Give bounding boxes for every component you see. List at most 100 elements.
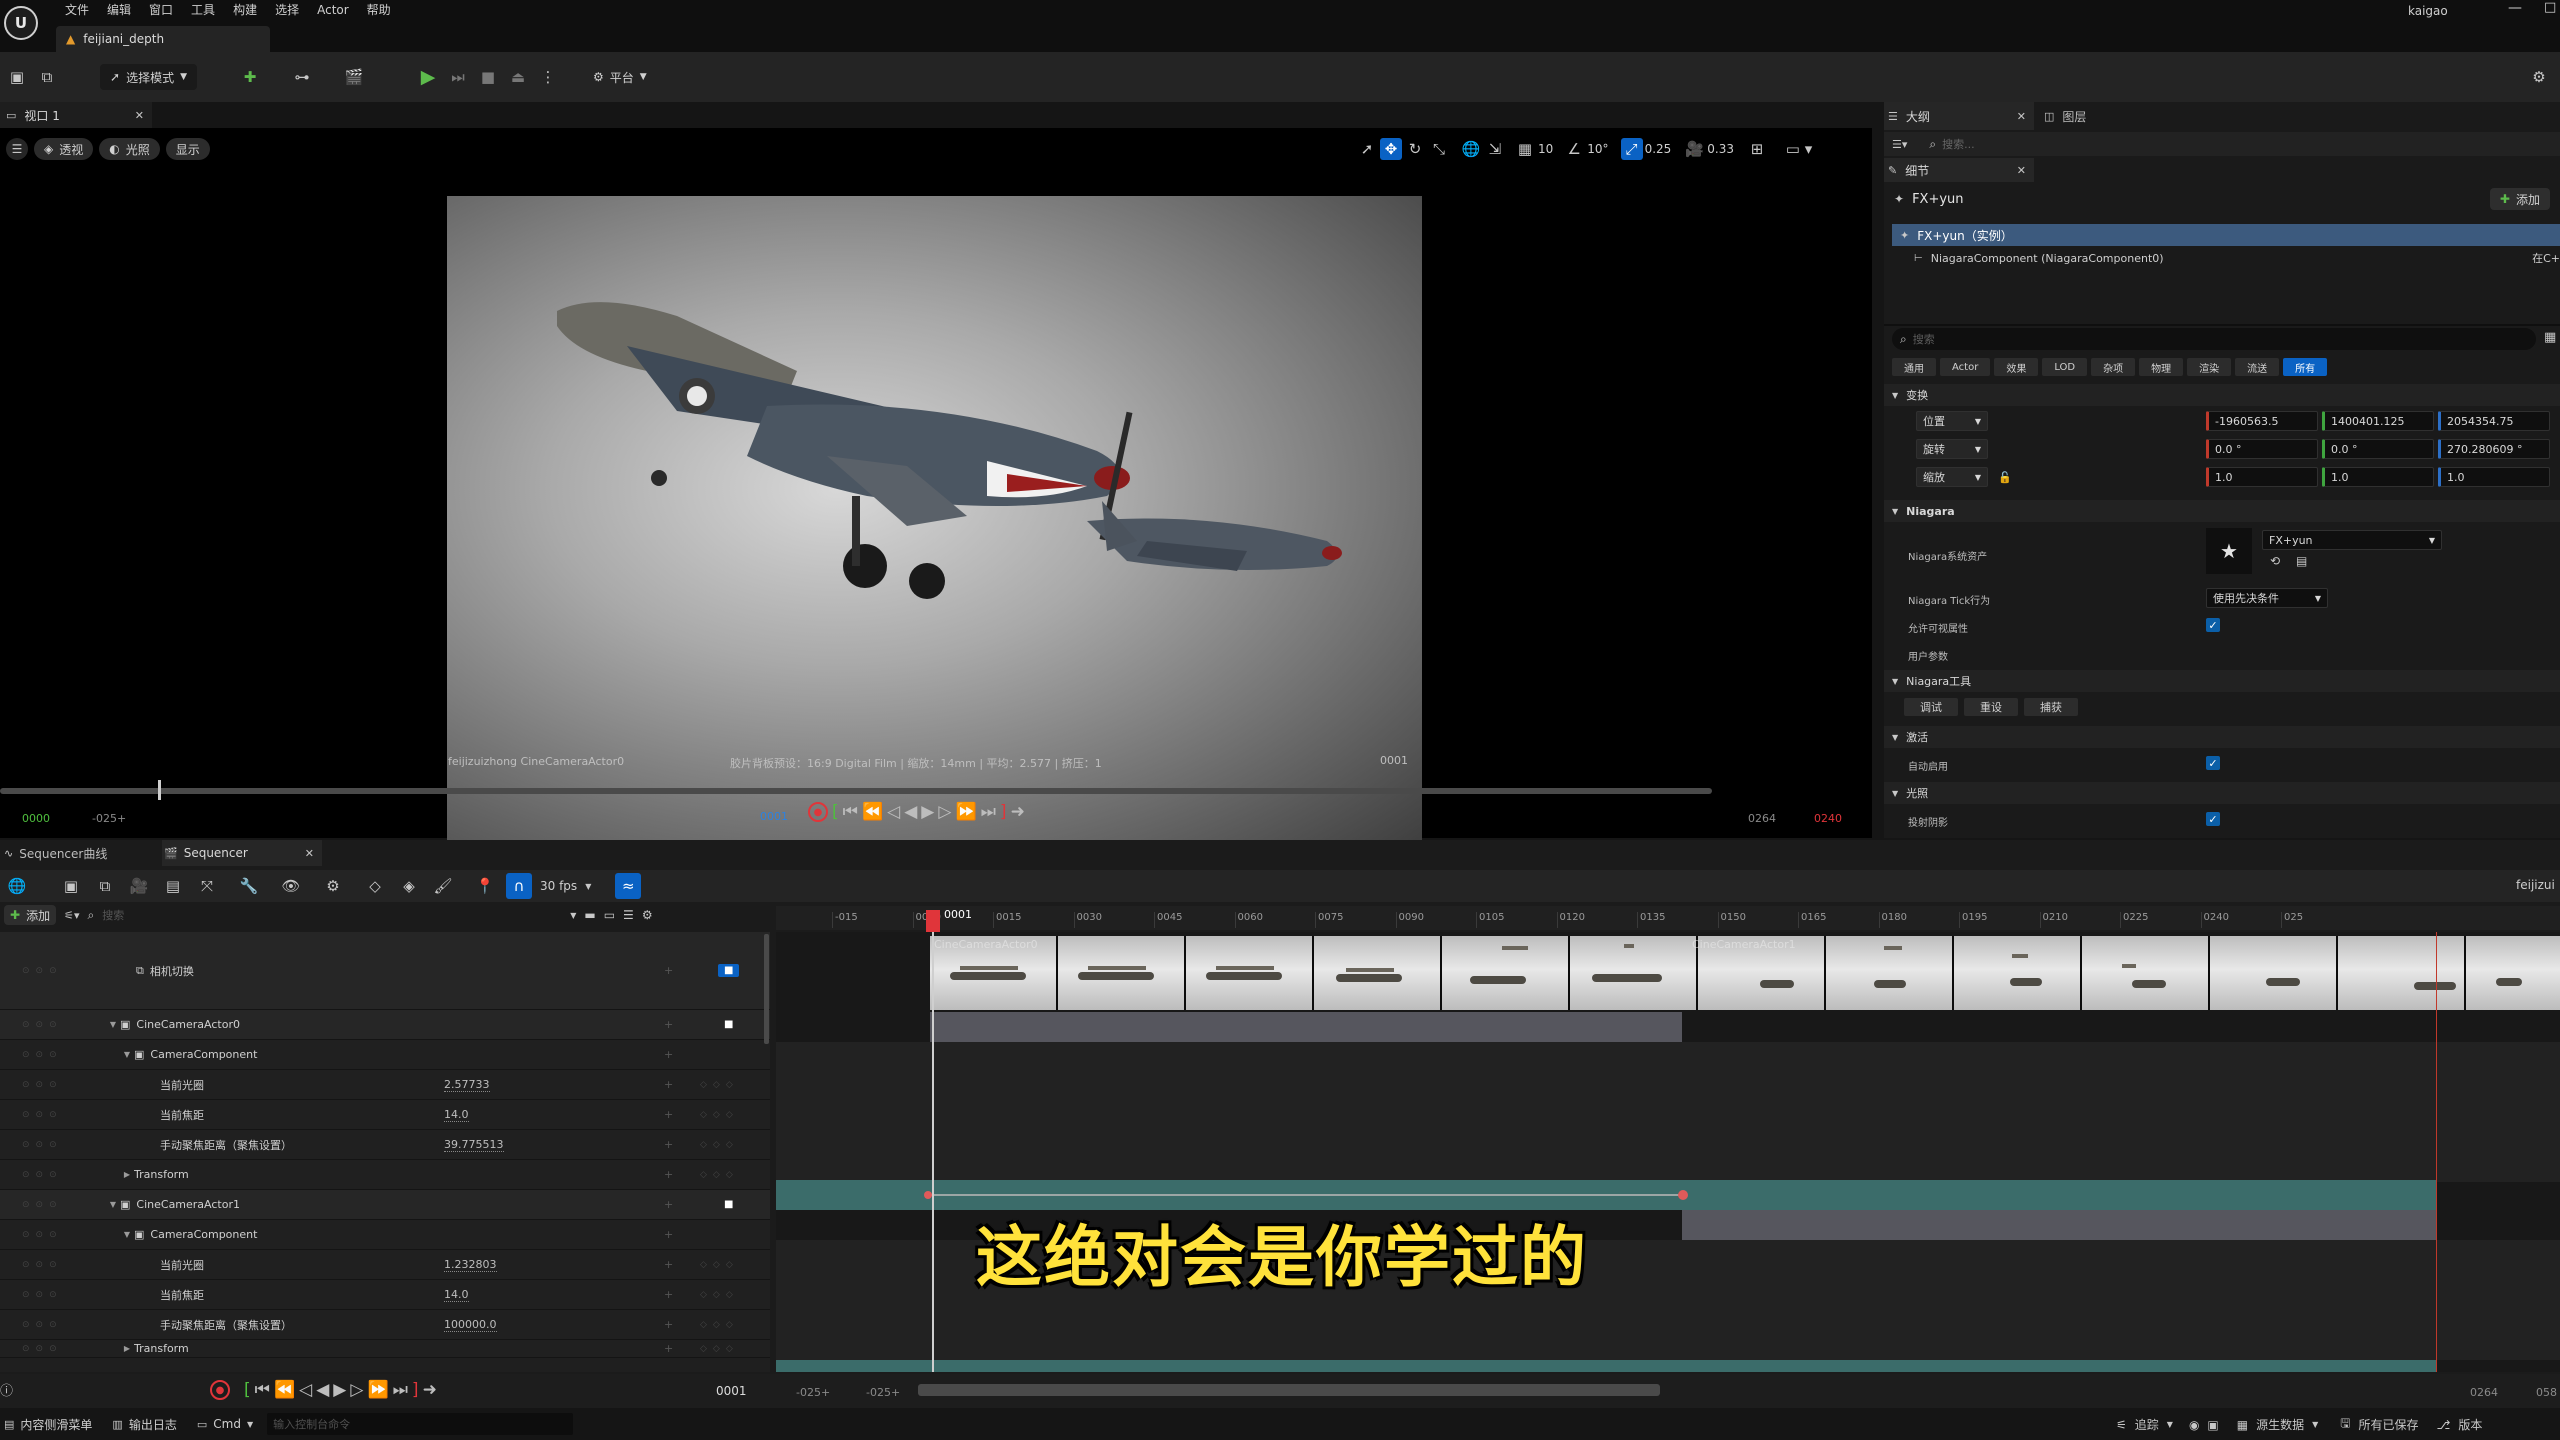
track-row[interactable]: ⊙⊙⊙ ▼ ▣ CameraComponent + (0, 1220, 770, 1250)
play-next-icon[interactable]: ⏭ (445, 64, 471, 90)
reverse-icon[interactable]: ◀ (904, 802, 917, 822)
details-tab[interactable]: ✎ 细节 ✕ (1884, 158, 2034, 182)
save-icon[interactable]: ▣ (58, 873, 84, 899)
world-icon[interactable]: 🌐 (1460, 138, 1482, 160)
use-selected-icon[interactable]: ⟲ (2270, 554, 2280, 568)
source-data-button[interactable]: 源生数据 (2256, 1416, 2304, 1433)
cast-shadow-checkbox[interactable]: ✓ (2206, 812, 2220, 826)
scale-value[interactable]: 0.25 (1645, 142, 1672, 156)
cmd-dropdown[interactable]: Cmd (213, 1417, 241, 1431)
scale-y[interactable]: 1.0 (2322, 467, 2434, 487)
next-key-icon[interactable]: ⏩ (955, 802, 976, 822)
add-key-icon[interactable]: + (664, 1288, 673, 1301)
reset-button[interactable]: 重设 (1964, 698, 2018, 716)
viewport-options-icon[interactable]: ▭ ▾ (1776, 138, 1822, 160)
filter-actor[interactable]: Actor (1940, 358, 1991, 376)
filter-streaming[interactable]: 流送 (2235, 358, 2280, 376)
key-nav-icons[interactable]: ◇◇◇ (700, 1080, 739, 1090)
track-lock-icons[interactable]: ⊙⊙⊙ (0, 1080, 80, 1090)
time-neg[interactable]: -025+ (92, 812, 126, 825)
key-nav-icons[interactable]: ◇◇◇ (700, 1260, 739, 1270)
layers-tab[interactable]: ◫ 图层 (2036, 102, 2156, 130)
allow-checkbox[interactable]: ✓ (2206, 618, 2220, 632)
rotation-dropdown[interactable]: 旋转 ▼ (1916, 439, 1988, 459)
track-row[interactable]: ⊙⊙⊙ 当前焦距 14.0 + ◇◇◇ (0, 1100, 770, 1130)
grid-view-icon[interactable]: ▦ (2544, 330, 2556, 345)
mark-in-icon[interactable]: [ (832, 802, 839, 822)
eject-icon[interactable]: ⏏ (505, 64, 531, 90)
track-row[interactable]: ⊙⊙⊙ 当前光圈 2.57733 + ◇◇◇ (0, 1070, 770, 1100)
location-x[interactable]: -1960563.5 (2206, 411, 2318, 431)
camera-icon[interactable]: ▣ (2207, 1418, 2218, 1432)
capture-button[interactable]: 捕获 (2024, 698, 2078, 716)
info-icon[interactable]: ⓘ (0, 1380, 13, 1399)
transform-icon[interactable]: ⤧ (194, 873, 220, 899)
snap-icon[interactable]: ∩ (506, 873, 532, 899)
mark-in-icon[interactable]: [ (244, 1380, 251, 1400)
filter-all[interactable]: 所有 (2283, 358, 2328, 376)
view-end-field[interactable]: 0264 (2470, 1386, 2498, 1399)
filter-physics[interactable]: 物理 (2139, 358, 2184, 376)
track-value[interactable]: 39.775513 (444, 1138, 504, 1152)
track-lock-icons[interactable]: ⊙⊙⊙ (0, 1170, 80, 1180)
playhead-marker[interactable] (926, 910, 940, 932)
time-start[interactable]: 0000 (22, 812, 50, 825)
stop-icon[interactable]: ■ (475, 64, 501, 90)
select-mode-dropdown[interactable]: ➚ 选择模式 ▼ (100, 64, 197, 90)
move-tool-icon[interactable]: ✥ (1380, 138, 1402, 160)
settings-icon[interactable]: ⚙ (2526, 64, 2552, 90)
add-key-icon[interactable]: + (664, 1228, 673, 1241)
save-icon[interactable]: ▣ (4, 64, 30, 90)
niagara-asset-thumbnail[interactable]: ★ (2206, 528, 2252, 574)
close-icon[interactable]: ✕ (2017, 164, 2026, 177)
add-actor-icon[interactable]: ✚ (237, 64, 263, 90)
add-key-icon[interactable]: + (664, 1342, 673, 1355)
camera-speed-value[interactable]: 0.33 (1707, 142, 1734, 156)
world-icon[interactable]: 🌐 (4, 873, 30, 899)
browse-asset-icon[interactable]: ▤ (2296, 554, 2307, 568)
rotation-x[interactable]: 0.0 ° (2206, 439, 2318, 459)
track-lock-icons[interactable]: ⊙⊙⊙ (0, 1260, 80, 1270)
timeline-scrollbar[interactable] (918, 1384, 1660, 1396)
key-nav-icons[interactable]: ◇◇◇ (700, 1290, 739, 1300)
add-key-icon[interactable]: + (664, 1048, 673, 1061)
auto-activate-checkbox[interactable]: ✓ (2206, 756, 2220, 770)
record-icon[interactable]: ● (808, 802, 828, 822)
all-saved-label[interactable]: 所有已保存 (2359, 1416, 2419, 1433)
menu-help[interactable]: 帮助 (358, 1, 400, 18)
close-icon[interactable]: ✕ (2017, 110, 2026, 123)
rotation-z[interactable]: 270.280609 ° (2438, 439, 2550, 459)
minimize-icon[interactable]: — (2508, 0, 2522, 16)
trace-button[interactable]: 追踪 (2135, 1416, 2159, 1433)
doc-tab[interactable]: ▲ feijiani_depth (56, 26, 270, 52)
add-track-button[interactable]: ✚ 添加 (4, 905, 57, 925)
filter-icon[interactable]: ⚟▾ (64, 909, 79, 922)
track-value[interactable]: 1.232803 (444, 1258, 497, 1272)
tab-sequencer-curves[interactable]: ∿ Sequencer曲线 (0, 840, 160, 866)
more-icon[interactable]: ⋮ (535, 64, 561, 90)
key-all-icon[interactable]: ◈ (396, 873, 422, 899)
film-icon[interactable]: ▤ (160, 873, 186, 899)
menu-file[interactable]: 文件 (56, 1, 98, 18)
view-start-field[interactable]: -025+ (796, 1386, 830, 1399)
menu-edit[interactable]: 编辑 (98, 1, 140, 18)
track-row[interactable]: ⊙⊙⊙ ▼ ▣ CameraComponent + (0, 1040, 770, 1070)
menu-window[interactable]: 窗口 (140, 1, 182, 18)
track-lock-icons[interactable]: ⊙⊙⊙ (0, 1140, 80, 1150)
debug-button[interactable]: 调试 (1904, 698, 1958, 716)
add-key-icon[interactable]: + (664, 1258, 673, 1271)
component-row[interactable]: ⊢ NiagaraComponent (NiagaraComponent0) 在… (1914, 248, 2560, 268)
work-end-field[interactable]: 058 (2536, 1386, 2557, 1399)
scale-tool-icon[interactable]: ⤡ (1428, 138, 1450, 160)
key-nav-icons[interactable]: ◇◇◇ (700, 1170, 739, 1180)
angle-snap-icon[interactable]: ∠ (1563, 138, 1585, 160)
keyframe-icon[interactable]: ⚙ (320, 873, 346, 899)
tab-sequencer[interactable]: 🎬 Sequencer ✕ (162, 840, 322, 866)
angle-value[interactable]: 10° (1587, 142, 1608, 156)
time-ruler[interactable]: -015000000150030004500600075009001050120… (776, 906, 2560, 930)
add-key-icon[interactable]: + (664, 1078, 673, 1091)
location-z[interactable]: 2054354.75 (2438, 411, 2550, 431)
filter-general[interactable]: 通用 (1892, 358, 1936, 376)
menu-select[interactable]: 选择 (266, 1, 308, 18)
track-row[interactable]: ⊙⊙⊙ ⧉ 相机切换 + ■ (0, 932, 770, 1010)
